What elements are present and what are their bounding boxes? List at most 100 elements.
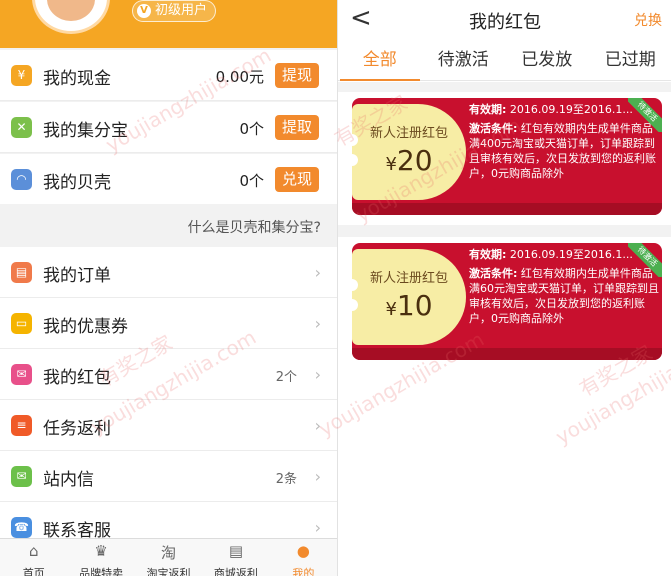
amount-stub: 新人注册红包 ¥10 [352,249,466,345]
my-account-panel: V 初级用户 ¥ 我的现金 0.00元 提现 ✕ 我的集分宝 0个 提取 ◠ 我… [0,0,337,576]
menu-item-coupons[interactable]: ▭ 我的优惠券 › [0,298,337,349]
chevron-right-icon: › [314,416,321,435]
avatar-face [47,0,95,21]
chevron-right-icon: › [314,263,321,282]
status-badge: 待激活 [628,243,662,277]
profile-header: V 初级用户 [0,0,337,48]
chevron-right-icon: › [314,518,321,537]
tab-taobao-rebate[interactable]: 淘 淘宝返利 [135,539,202,576]
tab-pending[interactable]: 待激活 [422,41,506,80]
condition-label: 激活条件: [469,267,518,280]
menu-label: 我的订单 [43,266,111,286]
validity-label: 有效期: [469,103,507,116]
tab-label: 商城返利 [213,567,258,576]
packet-amount: ¥10 [352,289,466,322]
section-gap [338,82,671,92]
cash-out-shell-button[interactable]: 兑现 [275,167,319,192]
tab-label: 品牌特卖 [79,567,124,576]
menu-label: 我的优惠券 [43,317,128,337]
notch [346,134,358,146]
tab-label: 淘宝返利 [146,567,191,576]
tab-mall-rebate[interactable]: ▤ 商城返利 [202,539,269,576]
notch [346,279,358,291]
shell-value: 0个 [239,172,264,190]
screen: V 初级用户 ¥ 我的现金 0.00元 提现 ✕ 我的集分宝 0个 提取 ◠ 我… [0,0,671,576]
user-level-badge[interactable]: V 初级用户 [132,0,217,22]
tab-mine[interactable]: ● 我的 [270,539,337,576]
filter-tabs: 全部 待激活 已发放 已过期 [338,41,671,81]
menu-label: 站内信 [43,470,94,490]
amount-stub: 新人注册红包 ¥20 [352,104,466,200]
red-packet-icon: ✉ [11,364,32,385]
status-badge: 待激活 [628,98,662,132]
tab-expired[interactable]: 已过期 [589,41,671,80]
tab-issued[interactable]: 已发放 [505,41,589,80]
shell-label: 我的贝壳 [43,173,111,193]
tab-home[interactable]: ⌂ 首页 [0,539,67,576]
jifenbao-icon: ✕ [11,117,32,138]
validity-value: 2016.09.19至2016.1... [509,103,633,116]
nav-bar: < 我的红包 兑换 [338,0,671,38]
validity-label: 有效期: [469,248,507,261]
currency-symbol: ¥ [385,154,397,175]
menu-item-messages[interactable]: ✉ 站内信 2条 › [0,451,337,502]
status-label: 待激活 [628,98,662,132]
user-icon: ● [296,542,310,560]
red-packet-card[interactable]: 新人注册红包 ¥20 有效期: 2016.09.19至2016.1... 激活条… [338,92,671,225]
menu-item-red-packets[interactable]: ✉ 我的红包 2个 › [0,349,337,400]
validity-value: 2016.09.19至2016.1... [509,248,633,261]
cash-icon: ¥ [11,65,32,86]
amount-value: 20 [396,144,433,177]
chevron-right-icon: › [314,314,321,333]
jifenbao-value: 0个 [239,120,264,138]
chevron-right-icon: › [314,467,321,486]
packet-name: 新人注册红包 [369,126,448,141]
info-strip: 什么是贝壳和集分宝? [0,204,337,247]
tab-label: 我的 [292,567,315,576]
home-icon: ⌂ [28,542,39,560]
amount-value: 10 [396,289,433,322]
cash-row[interactable]: ¥ 我的现金 0.00元 提现 [0,50,337,101]
crown-icon: ♛ [94,542,108,560]
menu-label: 任务返利 [43,419,111,439]
coupon-icon: ▭ [11,313,32,334]
tab-all[interactable]: 全部 [338,41,422,81]
mail-icon: ✉ [11,466,32,487]
level-icon: V [137,4,151,18]
avatar[interactable] [32,0,110,34]
menu-label: 我的红包 [43,368,111,388]
notch [346,299,358,311]
red-packet-count: 2个 [275,370,297,385]
redeem-button[interactable]: 兑换 [634,10,662,30]
cash-label: 我的现金 [43,69,111,89]
extract-jifenbao-button[interactable]: 提取 [275,115,319,140]
jifenbao-label: 我的集分宝 [43,121,128,141]
user-level-label: 初级用户 [155,3,208,18]
service-icon: ☎ [11,517,32,538]
order-icon: ▤ [11,262,32,283]
menu-item-task-rebate[interactable]: ≡ 任务返利 › [0,400,337,451]
status-label: 待激活 [628,243,662,277]
packet-name: 新人注册红包 [369,271,448,286]
message-count: 2条 [275,472,297,487]
withdraw-cash-button[interactable]: 提现 [275,63,319,88]
tab-label: 首页 [22,567,45,576]
red-packet-panel: < 我的红包 兑换 全部 待激活 已发放 已过期 新人注册红包 ¥20 有效期:… [337,0,671,576]
jifenbao-row[interactable]: ✕ 我的集分宝 0个 提取 [0,102,337,153]
what-is-shell-link[interactable]: 什么是贝壳和集分宝? [188,217,321,237]
store-icon: ▤ [228,542,244,560]
chevron-right-icon: › [314,365,321,384]
menu-item-orders[interactable]: ▤ 我的订单 › [0,247,337,298]
task-icon: ≡ [11,415,32,436]
currency-symbol: ¥ [385,299,397,320]
notch [346,154,358,166]
cash-value: 0.00元 [215,68,264,86]
red-packet-card[interactable]: 新人注册红包 ¥10 有效期: 2016.09.19至2016.1... 激活条… [338,237,671,370]
taobao-icon: 淘 [161,544,177,562]
bottom-tab-bar: ⌂ 首页 ♛ 品牌特卖 淘 淘宝返利 ▤ 商城返利 ● 我的 [0,538,337,576]
section-gap [338,225,671,237]
shell-icon: ◠ [11,169,32,190]
tab-brand-sale[interactable]: ♛ 品牌特卖 [67,539,134,576]
shell-row[interactable]: ◠ 我的贝壳 0个 兑现 [0,154,337,205]
condition-label: 激活条件: [469,122,518,135]
